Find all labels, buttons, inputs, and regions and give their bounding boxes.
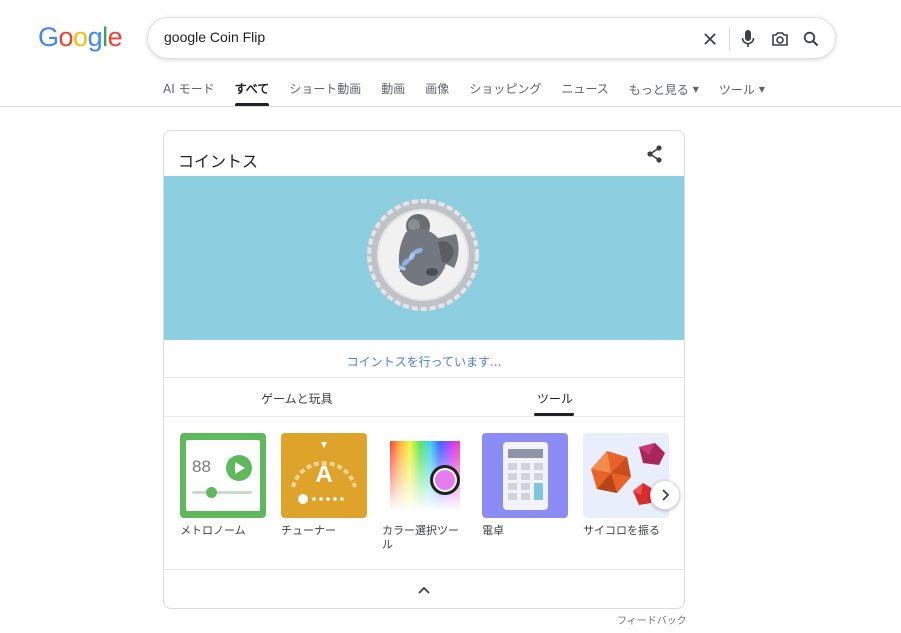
tool-metronome[interactable]: 88 メトロノーム <box>180 433 266 538</box>
tab-tools[interactable]: ツール ▼ <box>719 80 765 106</box>
caret-down-icon: ▼ <box>692 85 699 94</box>
coin-flip-card: コイントス コイントスを行っています... ゲームと玩具 ツール 88 メトロノ… <box>163 130 685 609</box>
tool-label: 電卓 <box>482 524 504 537</box>
tab-label: ツール <box>718 83 755 97</box>
tool-calculator[interactable]: 電卓 <box>482 433 568 538</box>
logo-letter: g <box>87 22 103 52</box>
collapse-button[interactable] <box>414 582 434 598</box>
tab-all[interactable]: すべて <box>234 80 270 106</box>
flip-status-text: コイントスを行っています... <box>346 355 502 369</box>
tool-label: メトロノーム <box>180 524 246 537</box>
coin-stage <box>164 176 684 340</box>
tab-label: ニュース <box>561 82 609 96</box>
tab-videos[interactable]: 動画 <box>381 80 405 106</box>
tab-short-videos[interactable]: ショート動画 <box>289 80 361 106</box>
tuner-icon: A <box>281 433 367 518</box>
tool-color-picker[interactable]: カラー選択ツール <box>382 433 468 552</box>
tab-shopping[interactable]: ショッピング <box>469 80 541 106</box>
logo-letter: o <box>73 22 88 52</box>
tab-label: 動画 <box>381 82 406 96</box>
search-box <box>147 17 836 59</box>
search-divider <box>729 27 730 51</box>
tuner-note: A <box>315 461 333 488</box>
tab-images[interactable]: 画像 <box>425 80 449 106</box>
divider <box>164 377 684 378</box>
metronome-bpm: 88 <box>192 457 211 476</box>
metronome-icon: 88 <box>180 433 266 518</box>
share-icon[interactable] <box>644 143 666 165</box>
tool-label: サイコロを振る <box>583 524 660 537</box>
coin-icon[interactable] <box>366 198 480 312</box>
tab-label: すべて <box>234 82 270 96</box>
calculator-icon <box>482 433 568 518</box>
logo-letter: G <box>38 22 59 52</box>
divider <box>164 416 684 417</box>
tab-more[interactable]: もっと見る ▼ <box>629 80 699 106</box>
logo-letter: o <box>58 22 74 52</box>
subtab-games-toys[interactable]: ゲームと玩具 <box>261 390 333 407</box>
tool-tuner[interactable]: A チューナー <box>281 433 367 538</box>
caret-down-icon: ▼ <box>758 85 766 94</box>
microphone-icon[interactable] <box>737 28 759 50</box>
color-picker-icon <box>382 433 468 518</box>
lens-camera-icon[interactable] <box>769 28 791 50</box>
tool-label: チューナー <box>281 524 336 537</box>
google-logo[interactable]: Google <box>38 22 123 53</box>
chevron-up-icon <box>418 586 430 594</box>
search-input[interactable] <box>164 29 684 45</box>
search-icon[interactable] <box>800 28 822 50</box>
tool-label: カラー選択ツール <box>382 524 459 551</box>
tab-label: 画像 <box>425 82 450 96</box>
carousel-next-button[interactable] <box>650 480 680 510</box>
divider <box>164 569 684 570</box>
chevron-right-icon <box>662 489 670 501</box>
search-tabs: AI モード すべて ショート動画 動画 画像 ショッピング ニュース もっと見… <box>163 80 785 106</box>
tab-label: ショッピング <box>469 82 542 96</box>
tab-label: もっと見る <box>628 83 689 97</box>
header-divider <box>0 106 901 107</box>
tab-ai-mode[interactable]: AI モード <box>163 80 215 106</box>
feedback-link[interactable]: フィードバック <box>617 612 687 627</box>
tab-label: ショート動画 <box>289 82 362 96</box>
tab-label: AI モード <box>163 82 215 96</box>
tab-news[interactable]: ニュース <box>561 80 608 106</box>
clear-icon[interactable] <box>699 28 721 50</box>
logo-letter: e <box>107 22 123 52</box>
subtab-tools[interactable]: ツール <box>537 390 573 407</box>
card-title: コイントス <box>178 152 259 171</box>
